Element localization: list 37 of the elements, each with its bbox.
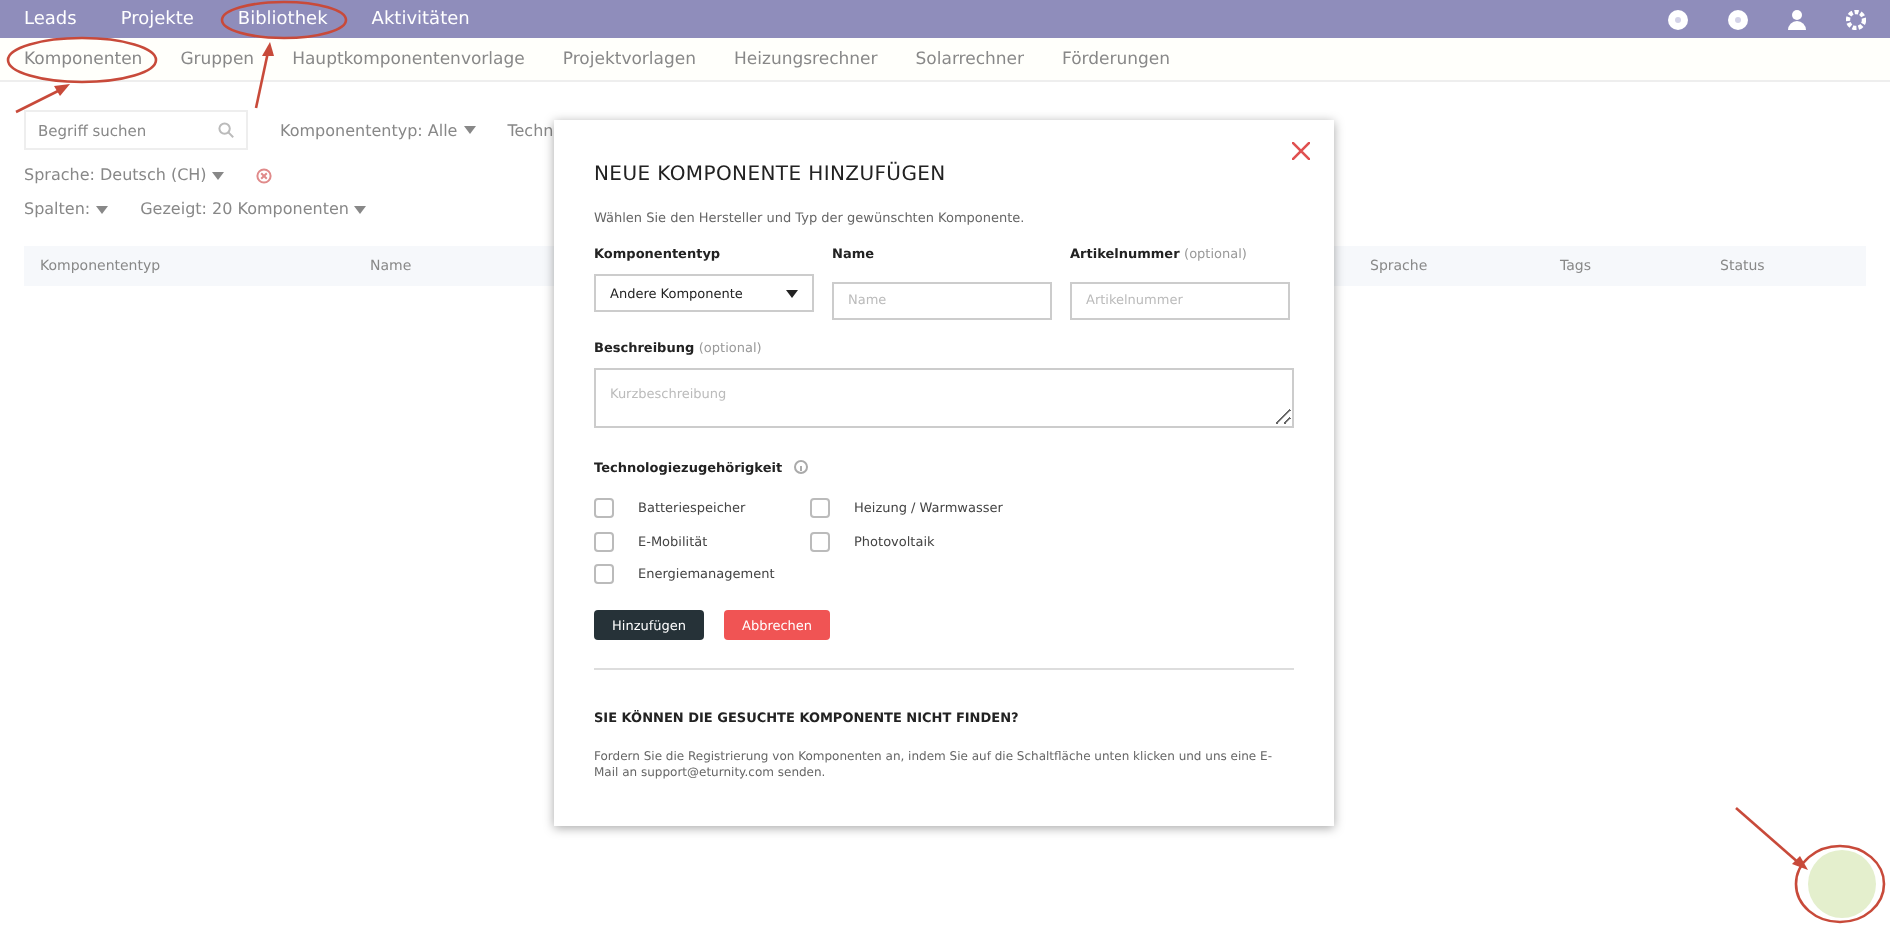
tab[interactable]: Solarrechner [915,49,1025,69]
nav-link[interactable]: Bibliothek [237,9,328,29]
nav-link[interactable]: Aktivitäten [371,9,470,29]
tab[interactable]: Komponenten [24,49,143,69]
caret-icon [463,126,476,134]
checkbox[interactable] [810,531,830,552]
caret-icon [96,205,109,213]
tech-filter[interactable]: Techn [507,121,554,139]
tab[interactable]: Projektvorlagen [562,49,697,69]
columns-filter[interactable]: Spalten: [24,200,109,218]
clear-icon[interactable] [256,167,273,183]
user-icon[interactable] [1788,9,1806,29]
nav-link[interactable]: Leads [24,9,77,29]
annotation-circle [220,0,348,40]
info-icon [794,460,809,475]
checkbox[interactable] [594,564,614,585]
checkbox[interactable] [594,498,614,519]
checkbox[interactable] [810,498,830,519]
tab[interactable]: Förderungen [1062,49,1171,69]
close-icon[interactable] [1292,142,1310,160]
tab[interactable]: Gruppen [180,49,255,69]
tab[interactable]: Heizungsrechner [734,49,878,69]
caret-icon [212,171,225,179]
annotation-circle [1794,844,1886,924]
checkbox[interactable] [594,531,614,552]
shown-filter[interactable]: Gezeigt: 20 Komponenten [140,200,367,218]
type-filter[interactable]: Komponententyp: Alle [280,121,476,139]
annotation-arrow [254,42,274,109]
dialog-title: NEUE KOMPONENTE HINZUFÜGEN [594,164,948,186]
search-icon [218,122,234,138]
caret-icon [354,205,367,213]
floating-action-button[interactable] [1808,850,1876,918]
nav-link[interactable]: Projekte [120,9,194,29]
annotation-arrow [15,84,70,114]
annotation-arrow [1735,807,1808,870]
tab[interactable]: Hauptkomponentenvorlage [292,49,525,69]
language-filter[interactable]: Sprache: Deutsch (CH) [24,166,225,184]
